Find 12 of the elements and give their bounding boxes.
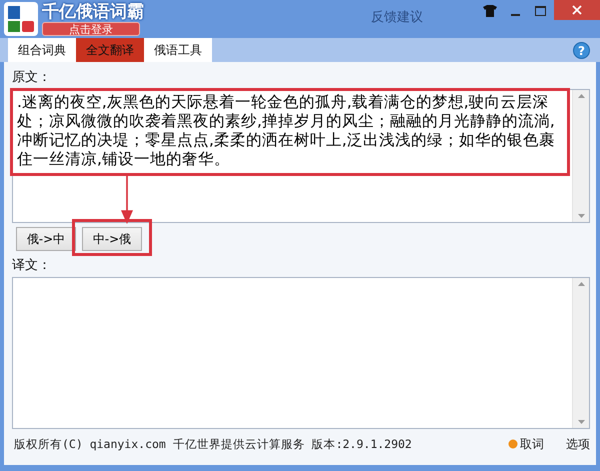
login-button[interactable]: 点击登录: [42, 22, 140, 36]
tab[interactable]: 组合词典: [8, 38, 76, 62]
direction-button[interactable]: 俄->中: [16, 227, 76, 251]
tab[interactable]: 全文翻译: [76, 38, 144, 62]
translation-label: 译文：: [11, 257, 52, 275]
tab[interactable]: 俄语工具: [144, 38, 212, 62]
options-link[interactable]: 选项: [566, 436, 590, 452]
app-title: 千亿俄语词霸: [42, 2, 144, 22]
lookup-link[interactable]: 取词: [520, 436, 544, 452]
direction-button[interactable]: 中->俄: [82, 227, 142, 251]
copyright-text: 版权所有(C) qianyix.com 千亿世界提供云计算服务 版本:2.9.1.2902: [14, 436, 412, 452]
source-label: 原文：: [11, 69, 52, 87]
